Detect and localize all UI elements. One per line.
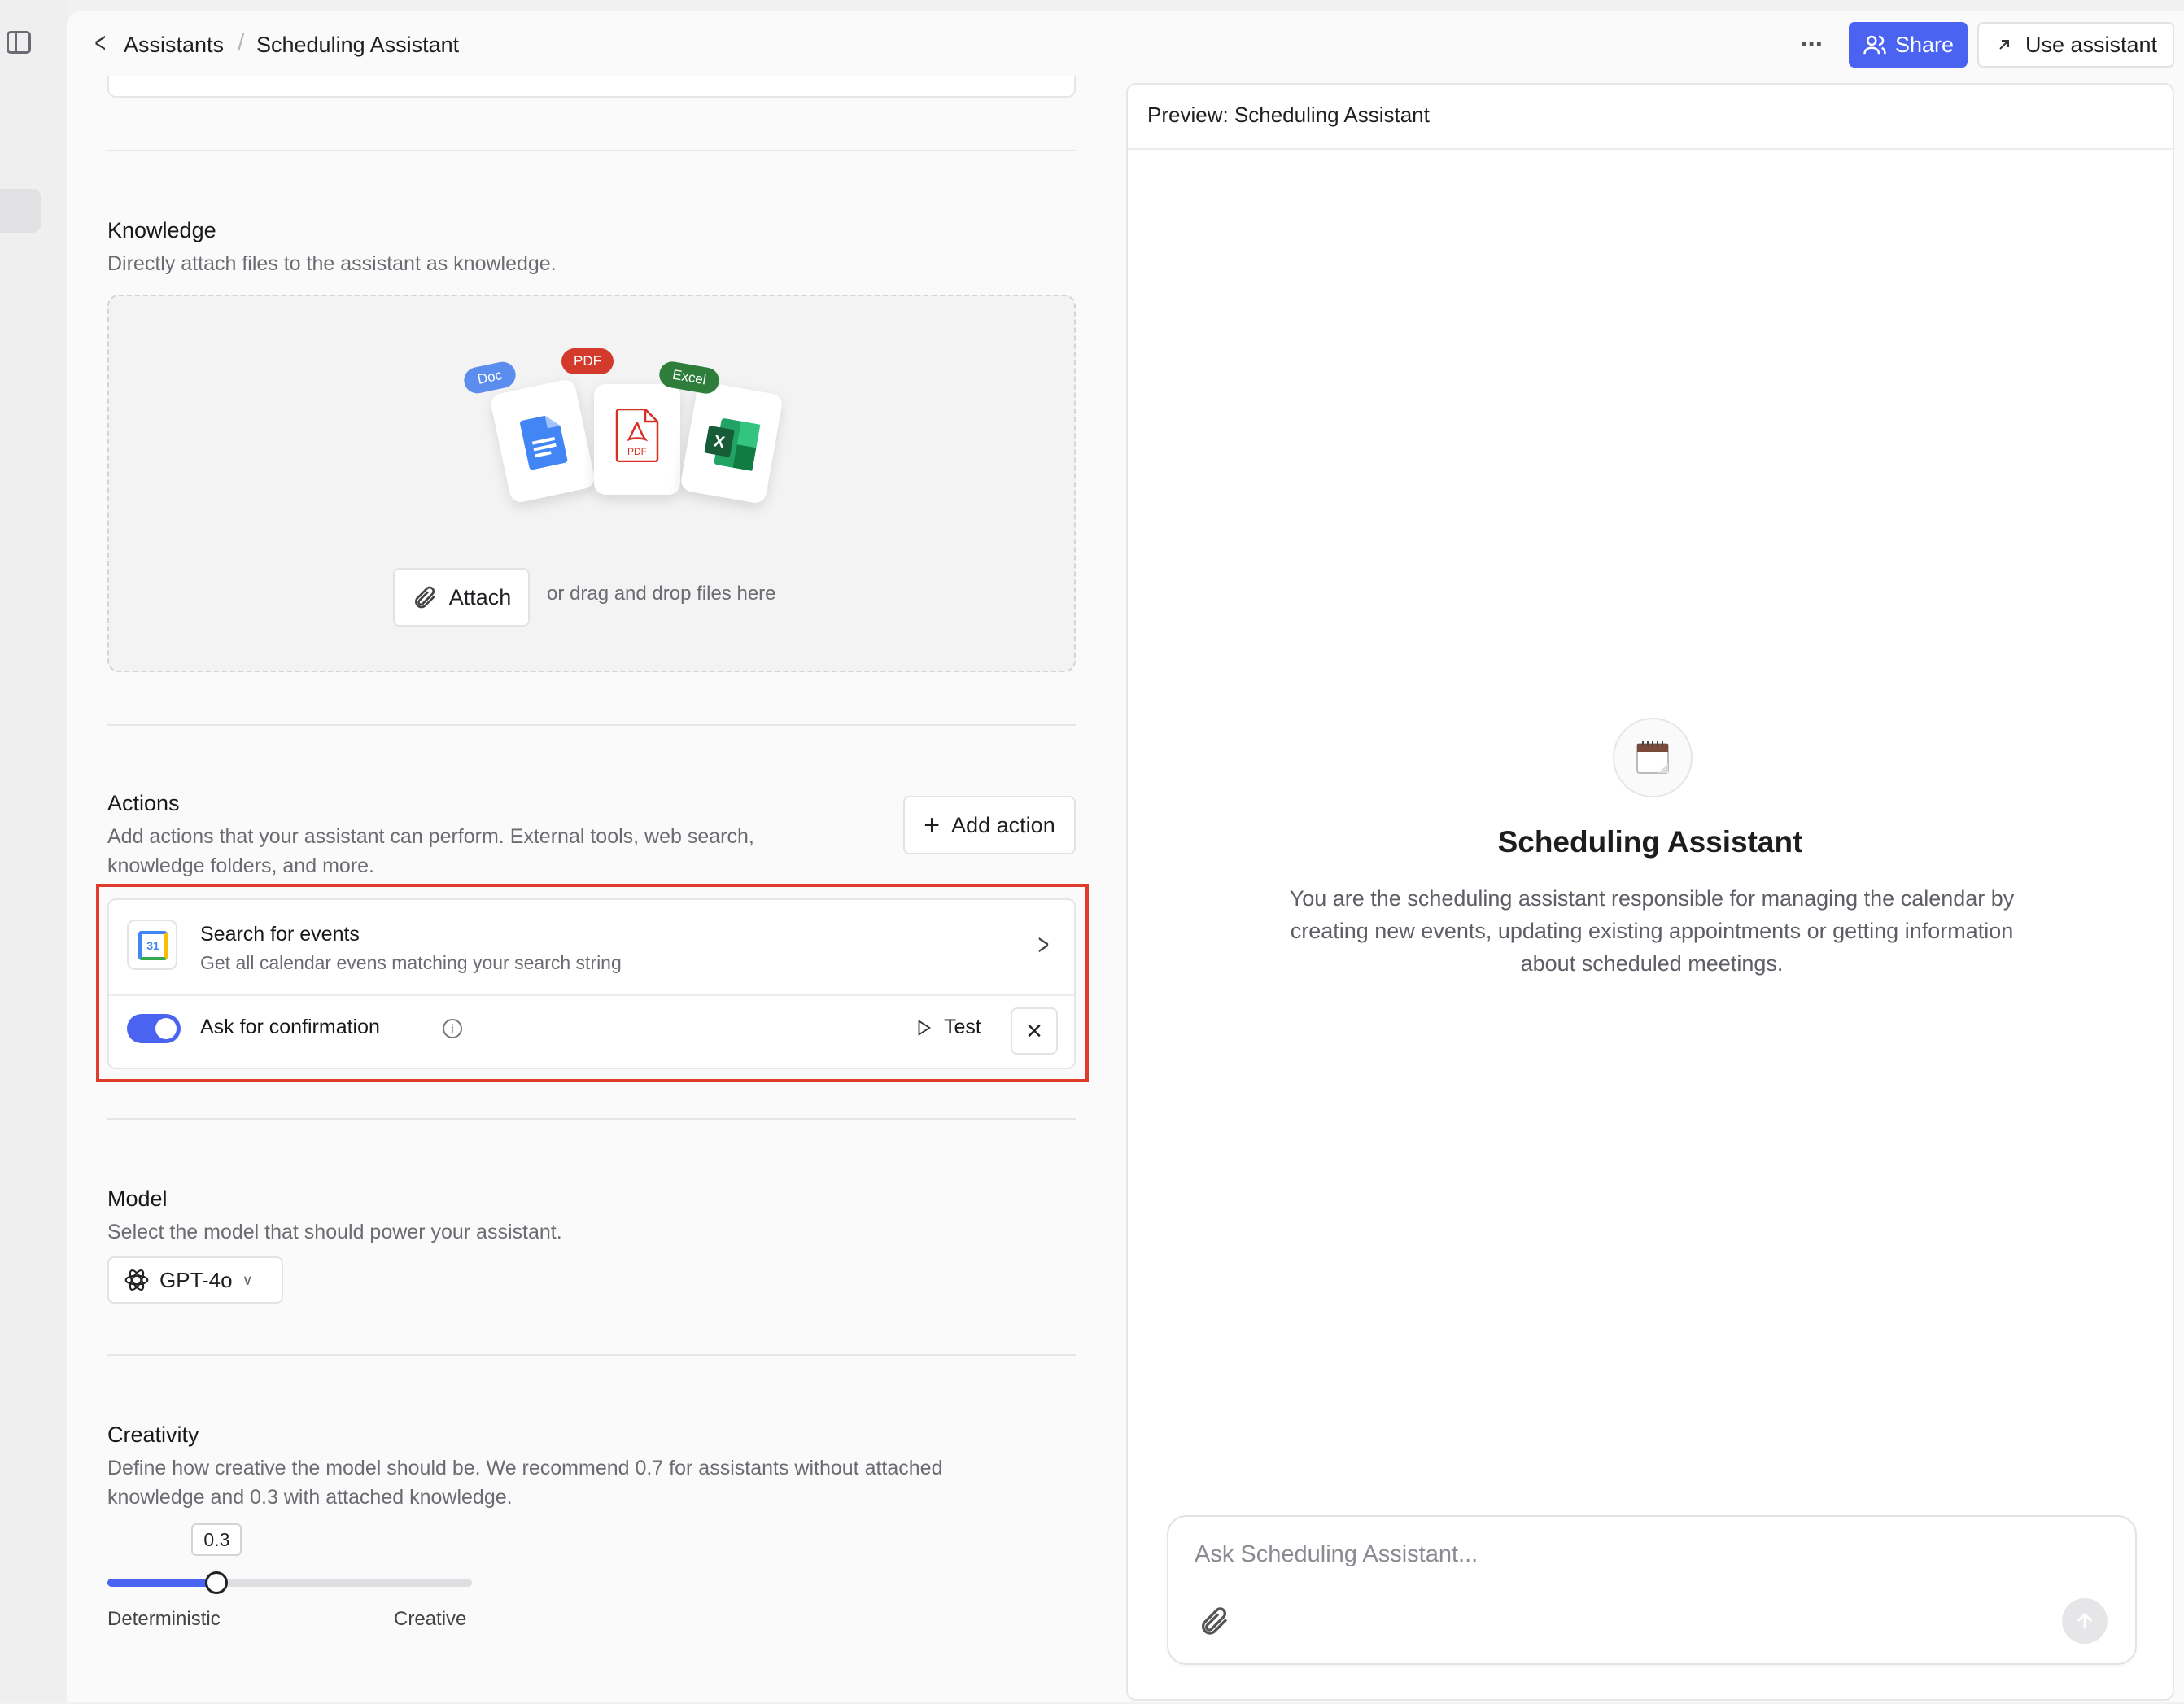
previous-field [107,76,1076,98]
knowledge-title: Knowledge [107,218,216,242]
chat-input[interactable] [1195,1541,2090,1568]
arrow-up-icon [2077,1612,2093,1629]
action-title[interactable]: Search for events [200,923,360,946]
creativity-title: Creativity [107,1422,199,1447]
sidebar-toggle-icon[interactable] [7,31,31,54]
confirmation-toggle[interactable] [127,1014,181,1043]
top-bar: < Assistants / Scheduling Assistant ··· … [67,11,2184,76]
slider-fill [107,1579,217,1587]
preview-header: Preview: Scheduling Assistant [1128,85,2173,150]
slider-thumb[interactable] [205,1571,229,1594]
calendar-day: 31 [138,931,168,960]
divider [107,1118,1076,1120]
close-icon: × [1026,1015,1042,1046]
attach-label: Attach [448,584,512,610]
model-name: GPT-4o [159,1267,233,1292]
preview-title: Scheduling Assistant [1497,825,1803,859]
excel-file-icon: X [704,418,761,471]
divider [107,1354,1076,1356]
doc-file-card [489,378,596,505]
knowledge-description: Directly attach files to the assistant a… [107,252,557,275]
chevron-down-icon: ∨ [242,1271,253,1288]
main-panel: < Assistants / Scheduling Assistant ··· … [67,11,2184,1702]
more-options-icon[interactable]: ··· [1800,29,1824,61]
model-select[interactable]: GPT-4o ∨ [107,1256,283,1304]
model-title: Model [107,1186,168,1211]
send-button[interactable] [2062,1598,2108,1644]
share-label: Share [1894,32,1955,57]
action-description: Get all calendar evens matching your sea… [200,952,622,973]
breadcrumb-parent[interactable]: Assistants [124,31,224,59]
actions-description-line1: Add actions that your assistant can perf… [107,825,754,848]
attach-button[interactable]: Attach [393,568,530,627]
breadcrumb-current: Scheduling Assistant [256,33,460,57]
remove-action-button[interactable]: × [1011,1007,1058,1055]
users-icon [1863,35,1886,55]
add-action-label: Add action [951,812,1055,837]
add-action-button[interactable]: + Add action [903,796,1076,854]
use-assistant-button[interactable]: Use assistant [1977,22,2174,68]
preview-panel: Preview: Scheduling Assistant Scheduling… [1126,83,2174,1701]
creativity-value-label: 0.3 [191,1523,242,1556]
google-calendar-icon: 31 [127,920,177,970]
pdf-card-label: PDF [627,446,647,457]
confirmation-label: Ask for confirmation [200,1016,380,1038]
calendar-emoji-icon [1636,741,1669,774]
slider-min-label: Deterministic [107,1608,221,1630]
file-drop-zone[interactable]: PDF X Doc PDF Excel Attach or drag and d… [107,295,1076,672]
assistant-avatar [1613,718,1693,797]
excel-file-card: X [679,380,784,505]
creativity-description-line2: knowledge and 0.3 with attached knowledg… [107,1486,513,1509]
creativity-slider[interactable] [107,1571,472,1594]
preview-description: You are the scheduling assistant respons… [1289,886,2015,976]
drag-drop-hint: or drag and drop files here [547,583,776,605]
pdf-file-card: PDF [594,384,680,495]
openai-icon [124,1269,149,1291]
action-divider [109,994,1074,996]
breadcrumb-separator: / [238,29,245,56]
model-description: Select the model that should power your … [107,1221,562,1243]
chevron-right-icon[interactable]: > [1038,928,1050,962]
share-button[interactable]: Share [1849,22,1968,68]
arrow-up-right-icon [1999,40,2009,50]
test-label: Test [944,1016,981,1038]
info-icon[interactable]: i [443,1019,462,1038]
slider-max-label: Creative [394,1608,467,1630]
plus-icon: + [924,810,941,841]
use-assistant-label: Use assistant [2025,32,2158,57]
actions-title: Actions [107,791,180,815]
chat-composer [1167,1515,2137,1665]
paperclip-icon[interactable] [1198,1605,1230,1637]
actions-description-line2: knowledge folders, and more. [107,854,374,877]
left-rail [0,0,67,1702]
doc-file-icon [520,415,568,470]
divider [107,724,1076,726]
rail-selected-item[interactable] [0,189,41,233]
doc-tag: Doc [461,359,518,396]
test-button[interactable]: Test [915,1016,981,1039]
divider [107,150,1076,151]
paperclip-icon [414,586,435,609]
back-chevron-icon[interactable]: < [94,29,111,57]
play-icon [918,1019,932,1036]
pdf-tag: PDF [561,348,614,374]
config-panel: Knowledge Directly attach files to the a… [67,76,1125,1704]
action-item: 31 Search for events Get all calendar ev… [107,898,1076,1069]
creativity-description-line1: Define how creative the model should be.… [107,1457,943,1479]
